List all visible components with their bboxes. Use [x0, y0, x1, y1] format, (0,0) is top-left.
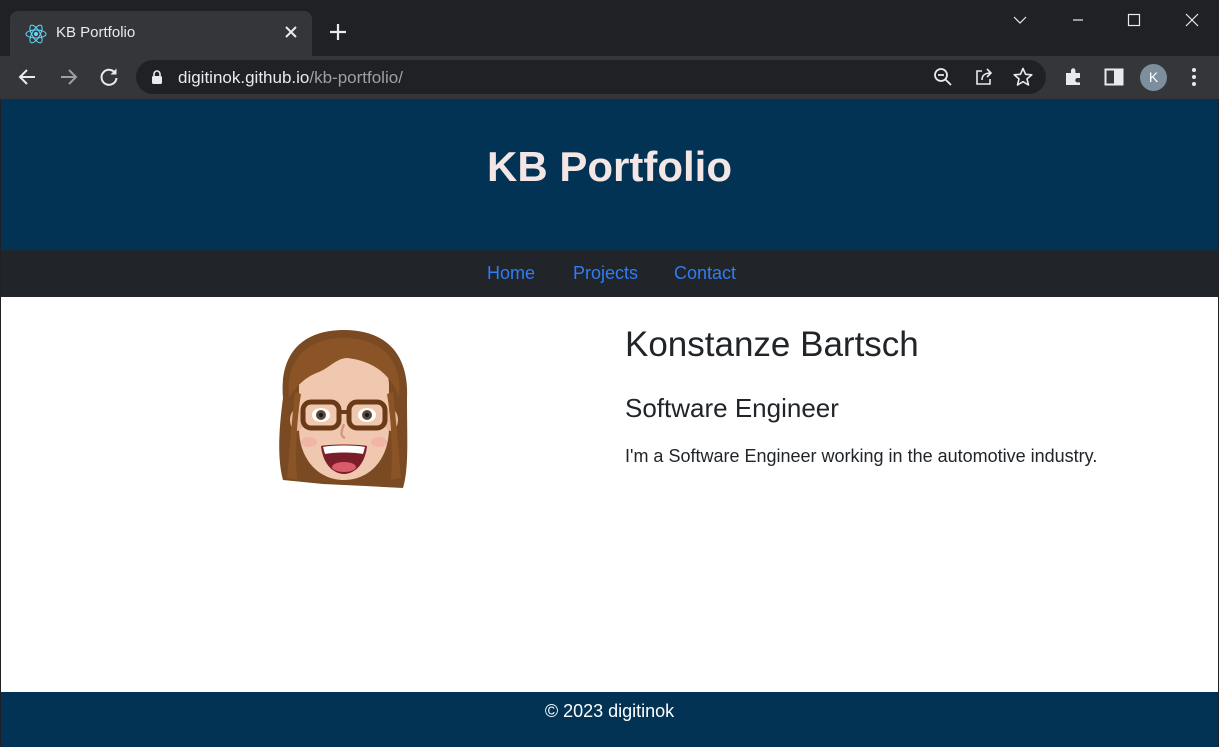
- nav-projects-link[interactable]: Projects: [573, 263, 638, 284]
- forward-icon[interactable]: [55, 64, 81, 90]
- address-bar[interactable]: digitinok.github.io/kb-portfolio/: [136, 60, 1046, 94]
- menu-icon[interactable]: [1181, 64, 1207, 90]
- lock-icon[interactable]: [151, 70, 163, 84]
- back-icon[interactable]: [15, 64, 41, 90]
- url-host: digitinok.github.io: [178, 68, 310, 87]
- site-footer: © 2023 digitinok: [1, 692, 1218, 747]
- url-text[interactable]: digitinok.github.io/kb-portfolio/: [178, 68, 403, 88]
- avatar-memoji: [279, 330, 408, 488]
- tab-title: KB Portfolio: [56, 24, 136, 41]
- profile-avatar[interactable]: K: [1140, 64, 1167, 91]
- url-path: /kb-portfolio/: [309, 68, 403, 87]
- site-header: KB Portfolio: [1, 99, 1218, 250]
- browser-toolbar: digitinok.github.io/kb-portfolio/ K: [0, 56, 1219, 99]
- react-favicon-icon: [25, 24, 47, 44]
- nav-home-link[interactable]: Home: [487, 263, 535, 284]
- window-close-icon[interactable]: [1172, 6, 1212, 34]
- profile-name: Konstanze Bartsch: [625, 325, 919, 364]
- browser-title-bar: KB Portfolio: [0, 0, 1219, 56]
- close-icon[interactable]: [280, 21, 302, 43]
- copyright-text: © 2023 digitinok: [544, 701, 675, 721]
- share-icon[interactable]: [973, 66, 995, 88]
- chevron-down-icon[interactable]: [1000, 6, 1040, 34]
- profile-bio: I'm a Software Engineer working in the a…: [625, 446, 1098, 466]
- minimize-icon[interactable]: [1058, 6, 1098, 34]
- site-title: KB Portfolio: [487, 143, 732, 190]
- nav-contact-link[interactable]: Contact: [674, 263, 736, 284]
- plus-icon[interactable]: [326, 20, 350, 44]
- maximize-icon[interactable]: [1114, 6, 1154, 34]
- star-icon[interactable]: [1012, 66, 1034, 88]
- extensions-icon[interactable]: [1061, 64, 1087, 90]
- browser-tab[interactable]: KB Portfolio: [10, 11, 312, 56]
- profile-role: Software Engineer: [625, 393, 839, 423]
- side-panel-icon[interactable]: [1101, 64, 1127, 90]
- reload-icon[interactable]: [96, 64, 122, 90]
- page-content: KB Portfolio Home Projects Contact Konst…: [0, 99, 1219, 747]
- zoom-icon[interactable]: [932, 66, 954, 88]
- navbar: Home Projects Contact: [1, 250, 1218, 297]
